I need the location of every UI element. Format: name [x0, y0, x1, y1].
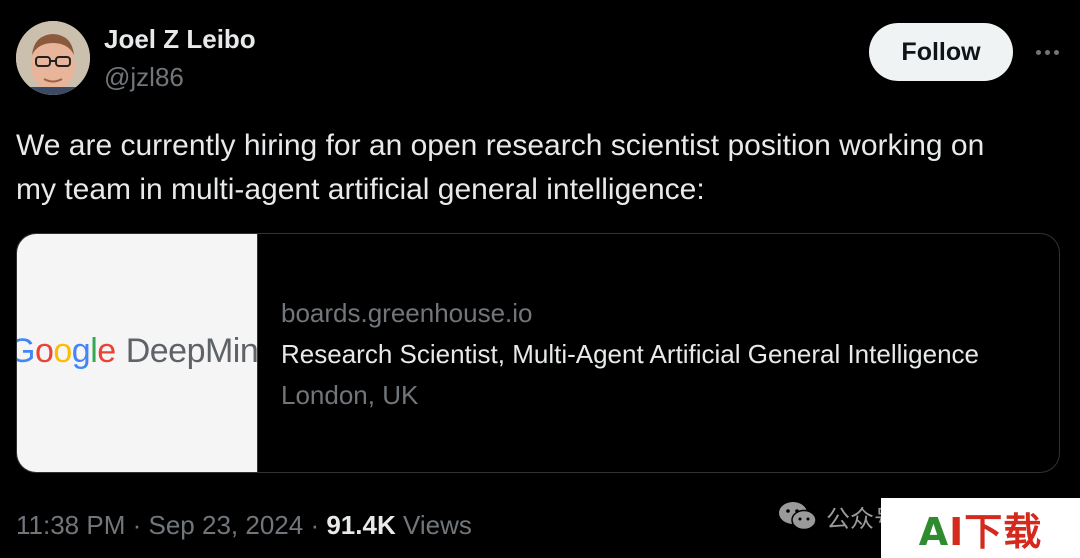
card-location: London, UK — [281, 380, 419, 410]
tweet-time[interactable]: 11:38 PM — [16, 510, 125, 540]
dot — [1044, 49, 1050, 55]
tweet-date[interactable]: Sep 23, 2024 — [149, 510, 304, 540]
tweet-text: We are currently hiring for an open rese… — [16, 129, 985, 206]
watermark-badge: AI下载 — [881, 498, 1080, 558]
brand-letter: o — [34, 332, 54, 370]
views-count: 91.4K — [326, 510, 396, 540]
google-deepmind-logo: GoogleDeepMind — [17, 332, 258, 371]
card-title[interactable]: Research Scientist, Multi-Agent Artifici… — [281, 339, 1041, 370]
watermark-char: A — [918, 509, 950, 554]
card-thumbnail: GoogleDeepMind — [17, 234, 258, 472]
card-domain: boards.greenhouse.io — [281, 298, 533, 328]
views-label: Views — [402, 510, 472, 540]
avatar[interactable] — [16, 21, 90, 95]
more-options-icon[interactable] — [1027, 38, 1067, 66]
user-avatar-photo-icon — [16, 21, 90, 95]
dot — [1035, 49, 1041, 55]
brand-letter: o — [53, 332, 72, 370]
follow-button[interactable]: Follow — [869, 23, 1013, 81]
brand-letter: e — [97, 332, 116, 370]
author-handle[interactable]: @jzl86 — [104, 62, 184, 93]
meta-separator: · — [310, 510, 320, 540]
link-preview-card[interactable]: GoogleDeepMind boards.greenhouse.io Rese… — [16, 233, 1060, 473]
brand-letter: G — [17, 332, 35, 370]
brand-letter: g — [71, 332, 91, 370]
watermark-char: 载 — [1003, 509, 1043, 554]
brand-google-text: Google — [17, 332, 116, 370]
author-name[interactable]: Joel Z Leibo — [104, 24, 256, 55]
dot — [1053, 49, 1059, 55]
watermark-char: I — [949, 509, 965, 554]
tweet-meta: 11:38 PM · Sep 23, 2024 · 91.4K Views — [16, 510, 472, 541]
watermark-char: 下 — [964, 509, 1004, 554]
wechat-overlay: 公众号 — [778, 496, 898, 536]
wechat-icon — [779, 502, 817, 531]
meta-separator: · — [132, 510, 142, 540]
watermark-text: AI下载 — [919, 501, 1043, 556]
brand-deepmind-text: DeepMind — [125, 332, 258, 370]
